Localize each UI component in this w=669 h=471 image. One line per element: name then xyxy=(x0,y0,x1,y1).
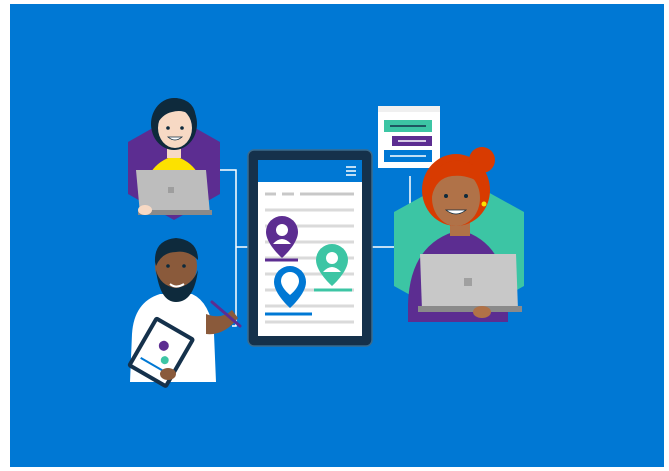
collaboration-illustration xyxy=(10,4,664,467)
center-tablet xyxy=(247,149,373,347)
illustration-canvas xyxy=(10,4,664,467)
popup-card xyxy=(378,106,440,168)
